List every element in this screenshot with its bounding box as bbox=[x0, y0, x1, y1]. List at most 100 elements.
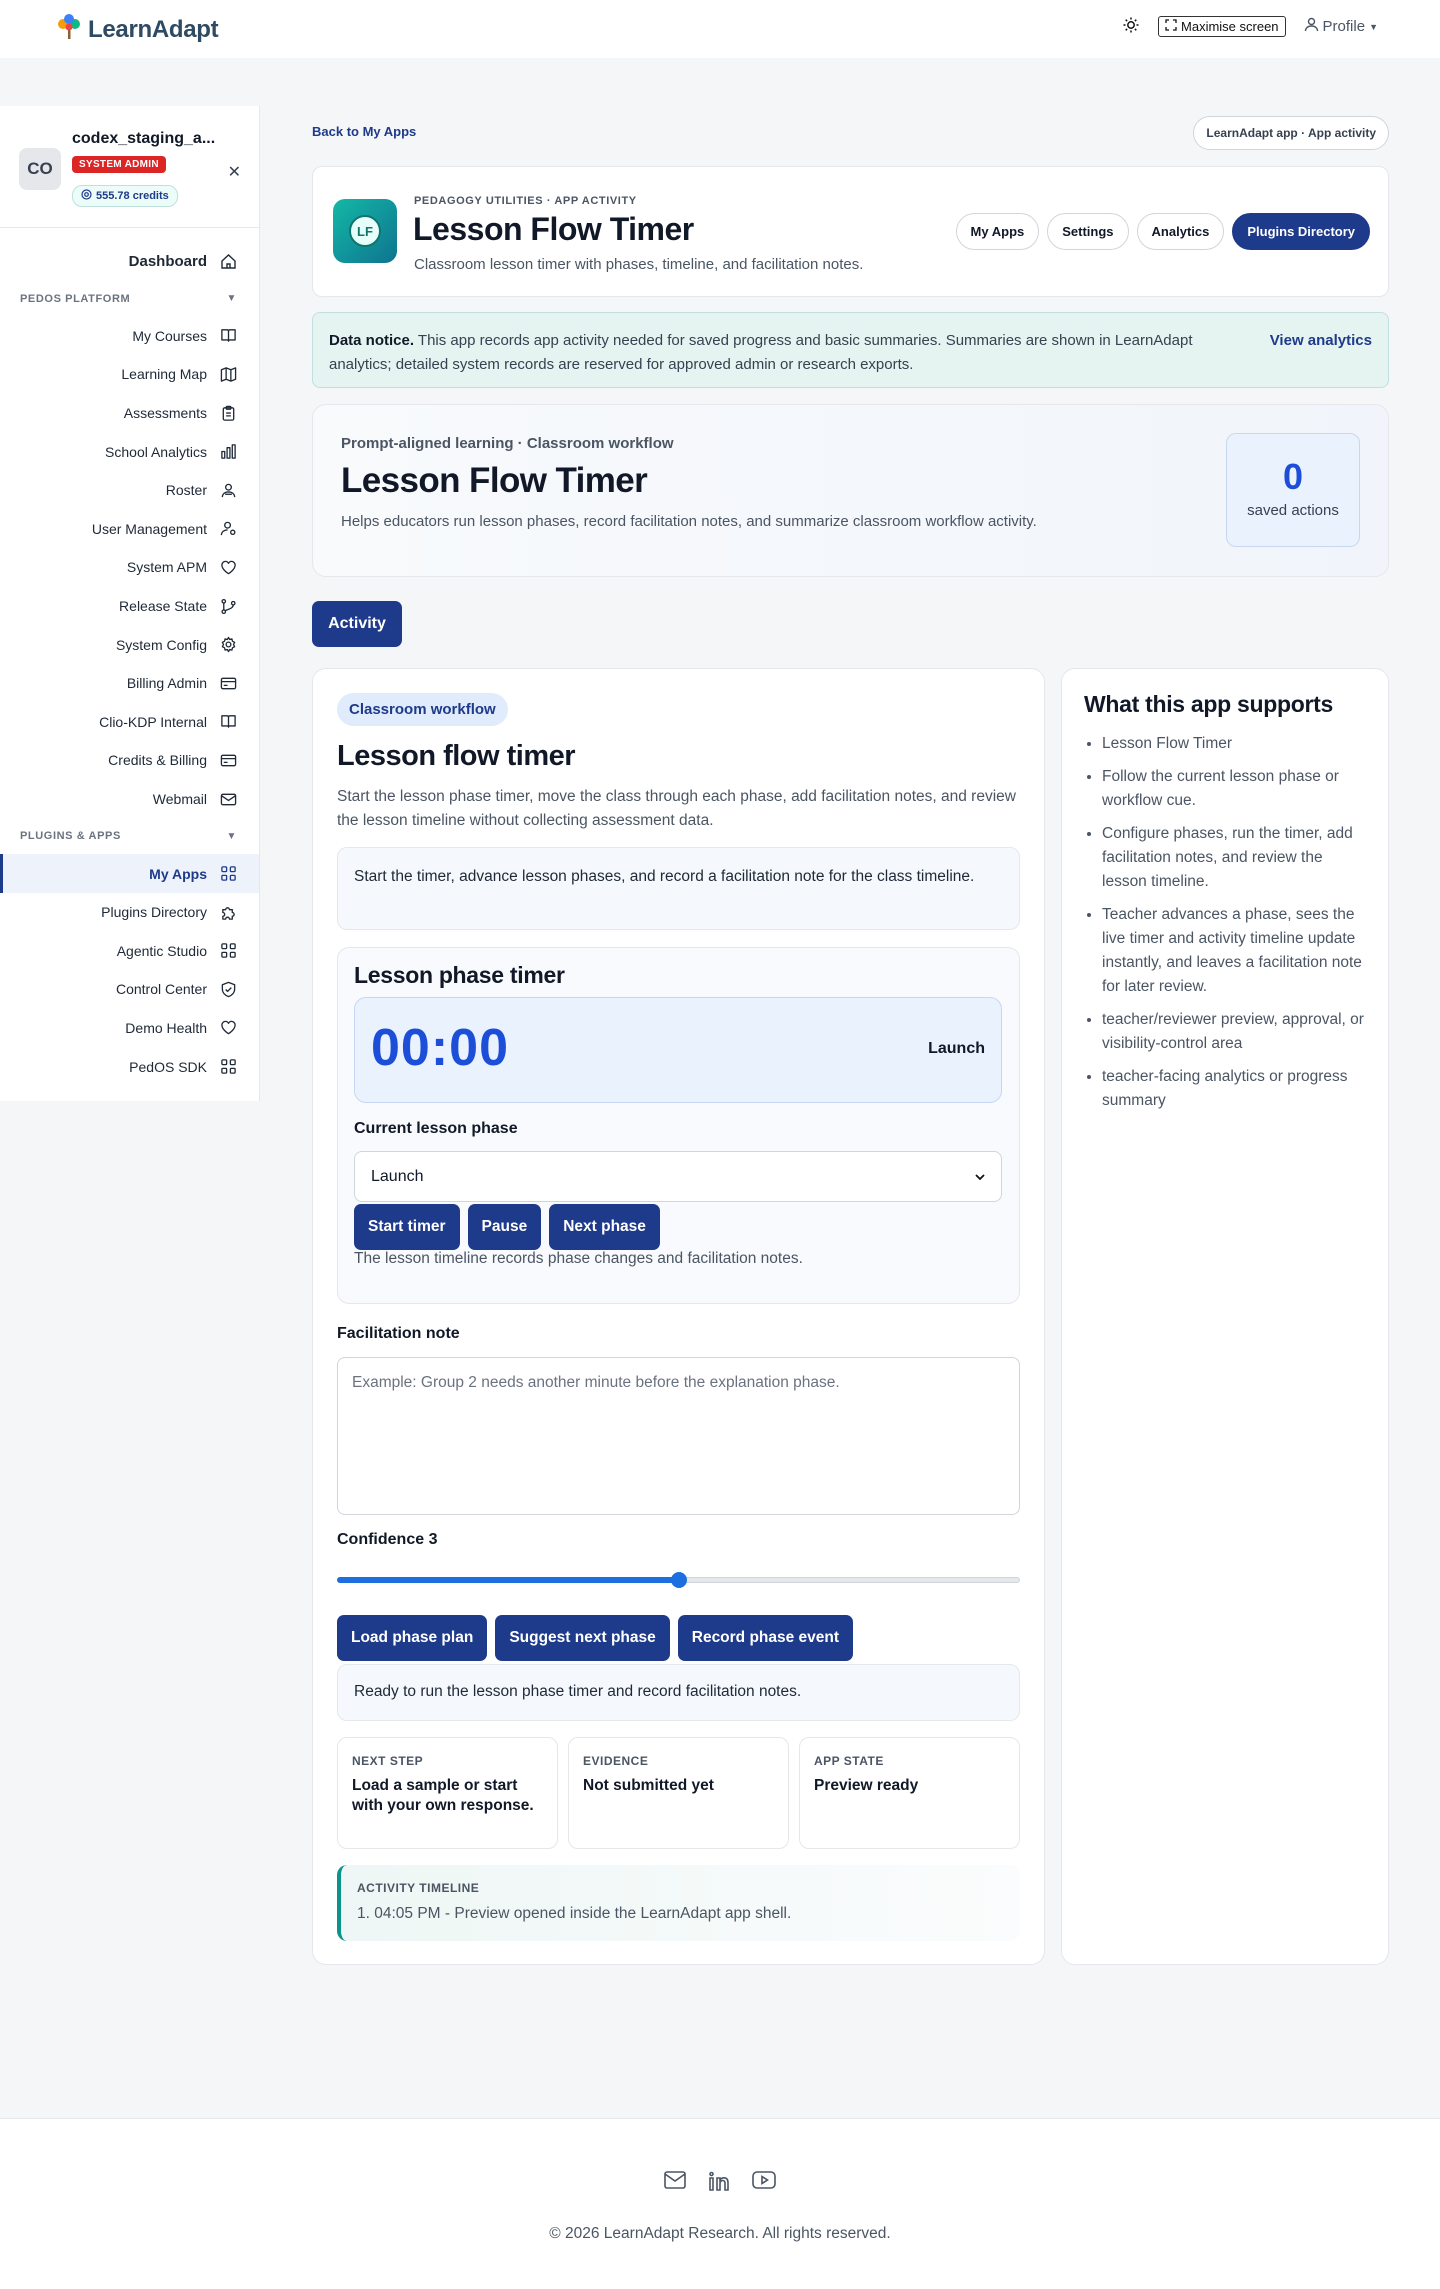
role-badge: SYSTEM ADMIN bbox=[72, 156, 166, 173]
credit-card-icon bbox=[219, 674, 237, 692]
back-to-my-apps-link[interactable]: Back to My Apps bbox=[312, 124, 416, 139]
start-timer-button[interactable]: Start timer bbox=[354, 1204, 460, 1250]
info-key: EVIDENCE bbox=[583, 1754, 649, 1768]
facilitation-note-input[interactable]: Example: Group 2 needs another minute be… bbox=[337, 1357, 1020, 1515]
supports-list: Lesson Flow Timer Follow the current les… bbox=[1084, 732, 1366, 1113]
sidebar-item-label: Plugins Directory bbox=[101, 904, 207, 921]
sidebar-item-school-analytics[interactable]: School Analytics bbox=[0, 432, 259, 471]
sidebar-item-webmail[interactable]: Webmail bbox=[0, 780, 259, 819]
sidebar-item-assessments[interactable]: Assessments bbox=[0, 394, 259, 433]
sidebar-item-demo-health[interactable]: Demo Health bbox=[0, 1009, 259, 1048]
sidebar-item-clio-kdp-internal[interactable]: Clio-KDP Internal bbox=[0, 703, 259, 742]
context-pill: LearnAdapt app · App activity bbox=[1193, 116, 1389, 150]
load-phase-plan-button[interactable]: Load phase plan bbox=[337, 1615, 488, 1661]
tab-my-apps[interactable]: My Apps bbox=[955, 213, 1040, 250]
view-analytics-link[interactable]: View analytics bbox=[1270, 329, 1372, 353]
theme-toggle-icon[interactable] bbox=[1122, 16, 1140, 37]
youtube-icon[interactable] bbox=[752, 2171, 776, 2196]
sidebar-item-billing-admin[interactable]: Billing Admin bbox=[0, 664, 259, 703]
record-phase-event-button[interactable]: Record phase event bbox=[677, 1615, 854, 1661]
brand-logo[interactable]: LearnAdapt bbox=[56, 13, 219, 46]
pause-button[interactable]: Pause bbox=[467, 1204, 542, 1250]
sidebar-item-control-center[interactable]: Control Center bbox=[0, 970, 259, 1009]
platform-nav-list: My Courses Learning Map Assessments School … bbox=[0, 317, 259, 819]
hero-subtitle: Helps educators run lesson phases, recor… bbox=[341, 513, 1037, 530]
info-value: Not submitted yet bbox=[583, 1777, 714, 1794]
next-phase-button[interactable]: Next phase bbox=[549, 1204, 660, 1250]
profile-label: Profile bbox=[1322, 18, 1366, 35]
mail-icon[interactable] bbox=[664, 2171, 686, 2196]
status-message: Ready to run the lesson phase timer and … bbox=[337, 1664, 1020, 1721]
sidebar-item-roster[interactable]: Roster bbox=[0, 471, 259, 510]
chevron-down-icon: ▼ bbox=[226, 830, 237, 842]
confidence-slider[interactable] bbox=[337, 1572, 1020, 1588]
sidebar: CO codex_staging_a... SYSTEM ADMIN 555.7… bbox=[0, 106, 260, 1101]
list-item: teacher-facing analytics or progress sum… bbox=[1102, 1065, 1366, 1113]
sidebar-item-user-management[interactable]: User Management bbox=[0, 510, 259, 549]
header-tabs: My Apps Settings Analytics Plugins Direc… bbox=[955, 213, 1370, 250]
linkedin-icon[interactable] bbox=[708, 2171, 730, 2196]
plugins-nav-list: My Apps Plugins Directory Agentic Studio Co… bbox=[0, 854, 259, 1086]
chevron-down-icon: ▼ bbox=[1369, 21, 1378, 32]
timer-note: The lesson timeline records phase change… bbox=[354, 1250, 803, 1267]
confidence-label: Confidence 3 bbox=[337, 1531, 438, 1548]
list-item: Lesson Flow Timer bbox=[1102, 732, 1366, 756]
sidebar-item-credits-and-billing[interactable]: Credits & Billing bbox=[0, 741, 259, 780]
section-pedos-platform[interactable]: PEDOS PLATFORM ▼ bbox=[0, 281, 259, 317]
data-notice: Data notice. This app records app activi… bbox=[312, 312, 1389, 388]
sidebar-item-my-apps[interactable]: My Apps bbox=[0, 854, 259, 893]
chevron-down-icon bbox=[975, 1168, 985, 1186]
close-sidebar-icon[interactable]: ✕ bbox=[228, 162, 241, 182]
list-item: Teacher advances a phase, sees the live … bbox=[1102, 903, 1366, 999]
chevron-down-icon: ▼ bbox=[226, 293, 237, 305]
credits-badge[interactable]: 555.78 credits bbox=[72, 185, 178, 207]
book-icon bbox=[219, 327, 237, 345]
sidebar-item-dashboard[interactable]: Dashboard bbox=[0, 242, 259, 281]
phase-label: Current lesson phase bbox=[354, 1120, 518, 1137]
sidebar-item-agentic-studio[interactable]: Agentic Studio bbox=[0, 932, 259, 971]
section-plugins-apps[interactable]: PLUGINS & APPS ▼ bbox=[0, 818, 259, 854]
sidebar-item-label: Dashboard bbox=[128, 252, 207, 270]
user-card: CO codex_staging_a... SYSTEM ADMIN 555.7… bbox=[0, 106, 259, 228]
slider-thumb[interactable] bbox=[670, 1572, 687, 1588]
phase-select-value: Launch bbox=[371, 1167, 424, 1185]
sidebar-item-label: Webmail bbox=[152, 791, 207, 808]
sidebar-item-label: System APM bbox=[126, 559, 207, 576]
avatar[interactable]: CO bbox=[19, 148, 61, 190]
grid-icon bbox=[219, 865, 237, 883]
coin-icon bbox=[81, 189, 92, 203]
sidebar-item-my-courses[interactable]: My Courses bbox=[0, 317, 259, 356]
tab-settings[interactable]: Settings bbox=[1047, 213, 1129, 250]
sidebar-item-system-apm[interactable]: System APM bbox=[0, 548, 259, 587]
saved-actions-label: saved actions bbox=[1247, 502, 1339, 519]
timer-phase-name: Launch bbox=[928, 1040, 985, 1057]
sidebar-item-label: School Analytics bbox=[105, 443, 207, 460]
sidebar-item-plugins-directory[interactable]: Plugins Directory bbox=[0, 893, 259, 932]
hero-title: Lesson Flow Timer bbox=[341, 461, 648, 500]
grid-icon bbox=[219, 942, 237, 960]
facilitation-label: Facilitation note bbox=[337, 1325, 460, 1342]
sidebar-item-learning-map[interactable]: Learning Map bbox=[0, 355, 259, 394]
next-step-card: NEXT STEP Load a sample or start with yo… bbox=[337, 1737, 558, 1849]
hero-eyebrow: Prompt-aligned learning · Classroom work… bbox=[341, 435, 674, 452]
suggest-next-phase-button[interactable]: Suggest next phase bbox=[495, 1615, 670, 1661]
sidebar-item-release-state[interactable]: Release State bbox=[0, 587, 259, 626]
sidebar-item-label: Control Center bbox=[115, 981, 207, 998]
workflow-instruction: Start the timer, advance lesson phases, … bbox=[337, 847, 1020, 930]
supports-panel: What this app supports Lesson Flow Timer… bbox=[1061, 668, 1389, 1965]
tab-analytics[interactable]: Analytics bbox=[1136, 213, 1225, 250]
puzzle-icon bbox=[219, 903, 237, 921]
profile-menu[interactable]: Profile ▼ bbox=[1304, 17, 1378, 36]
tab-activity[interactable]: Activity bbox=[312, 601, 402, 647]
logo-tree-icon bbox=[56, 13, 82, 46]
sidebar-item-system-config[interactable]: System Config bbox=[0, 625, 259, 664]
sidebar-item-pedos-sdk[interactable]: PedOS SDK bbox=[0, 1047, 259, 1086]
info-value: Preview ready bbox=[814, 1777, 919, 1794]
maximise-screen-button[interactable]: Maximise screen bbox=[1158, 16, 1286, 37]
app-header-card: LF PEDAGOGY UTILITIES · APP ACTIVITY Les… bbox=[312, 166, 1389, 297]
gear-icon bbox=[219, 636, 237, 654]
info-cards: NEXT STEP Load a sample or start with yo… bbox=[337, 1737, 1020, 1849]
tab-plugins-directory[interactable]: Plugins Directory bbox=[1232, 213, 1370, 250]
phase-select[interactable]: Launch bbox=[354, 1151, 1002, 1202]
app-state-card: APP STATE Preview ready bbox=[799, 1737, 1020, 1849]
